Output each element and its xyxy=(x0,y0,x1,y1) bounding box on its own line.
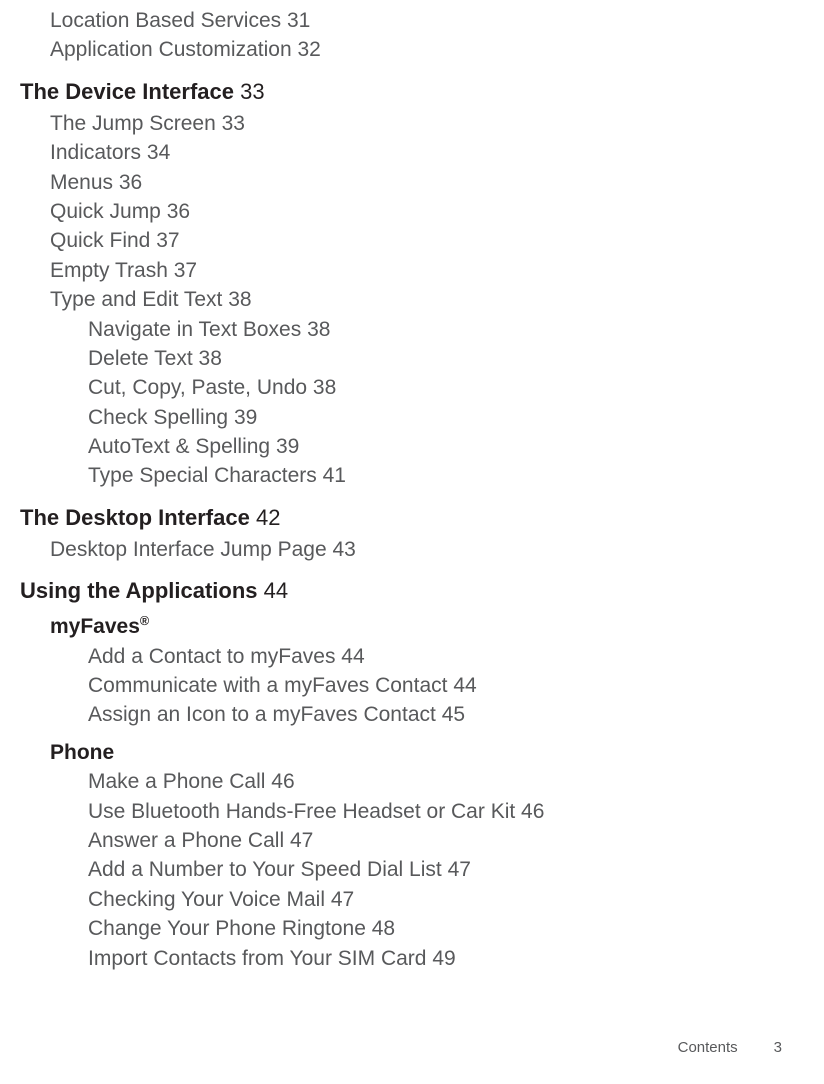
toc-label: Checking Your Voice Mail xyxy=(88,888,325,911)
toc-page: 44 xyxy=(341,645,364,668)
toc-page: 48 xyxy=(372,917,395,940)
table-of-contents: Location Based Services 31 Application C… xyxy=(0,6,824,973)
toc-entry: Quick Jump 36 xyxy=(20,197,824,226)
toc-label: Add a Number to Your Speed Dial List xyxy=(88,858,442,881)
toc-subentry: Make a Phone Call 46 xyxy=(20,767,824,796)
toc-label: Use Bluetooth Hands-Free Headset or Car … xyxy=(88,800,515,823)
footer-page-number: 3 xyxy=(774,1039,782,1056)
toc-subentry: Delete Text 38 xyxy=(20,344,824,373)
toc-subentry: AutoText & Spelling 39 xyxy=(20,432,824,461)
toc-page: 37 xyxy=(174,259,197,282)
toc-subentry: Type Special Characters 41 xyxy=(20,461,824,490)
toc-page: 31 xyxy=(287,9,310,32)
toc-subentry: Cut, Copy, Paste, Undo 38 xyxy=(20,373,824,402)
subsection-title: Phone xyxy=(50,741,114,764)
trademark-icon: ® xyxy=(140,614,149,628)
toc-label: Quick Jump xyxy=(50,200,161,223)
toc-label: Location Based Services xyxy=(50,9,281,32)
subsection-heading: myFaves® xyxy=(20,612,824,641)
toc-page: 37 xyxy=(156,229,179,252)
toc-entry: Type and Edit Text 38 xyxy=(20,285,824,314)
toc-label: Application Customization xyxy=(50,38,292,61)
toc-page: 38 xyxy=(313,376,336,399)
toc-page: 36 xyxy=(119,171,142,194)
toc-page: 47 xyxy=(290,829,313,852)
toc-page: 46 xyxy=(271,770,294,793)
toc-page: 34 xyxy=(147,141,170,164)
toc-label: Change Your Phone Ringtone xyxy=(88,917,366,940)
toc-subentry: Checking Your Voice Mail 47 xyxy=(20,885,824,914)
toc-page: 45 xyxy=(442,703,465,726)
toc-page: 38 xyxy=(199,347,222,370)
heading-label: The Desktop Interface xyxy=(20,505,250,530)
toc-page: 49 xyxy=(432,947,455,970)
toc-page: 39 xyxy=(234,406,257,429)
toc-entry: The Jump Screen 33 xyxy=(20,109,824,138)
toc-entry: Menus 36 xyxy=(20,168,824,197)
toc-subentry: Communicate with a myFaves Contact 44 xyxy=(20,671,824,700)
heading-label: Using the Applications xyxy=(20,578,258,603)
toc-label: Communicate with a myFaves Contact xyxy=(88,674,447,697)
toc-entry: Application Customization 32 xyxy=(20,35,824,64)
toc-page: 36 xyxy=(167,200,190,223)
toc-label: Delete Text xyxy=(88,347,193,370)
toc-subentry: Use Bluetooth Hands-Free Headset or Car … xyxy=(20,797,824,826)
subsection-heading: Phone xyxy=(20,738,824,767)
toc-label: Answer a Phone Call xyxy=(88,829,284,852)
toc-subentry: Import Contacts from Your SIM Card 49 xyxy=(20,944,824,973)
toc-label: Import Contacts from Your SIM Card xyxy=(88,947,426,970)
toc-label: Add a Contact to myFaves xyxy=(88,645,335,668)
toc-label: Quick Find xyxy=(50,229,150,252)
toc-subentry: Add a Contact to myFaves 44 xyxy=(20,642,824,671)
toc-subentry: Navigate in Text Boxes 38 xyxy=(20,315,824,344)
toc-label: Menus xyxy=(50,171,113,194)
toc-page: 39 xyxy=(276,435,299,458)
toc-label: Navigate in Text Boxes xyxy=(88,318,301,341)
toc-label: Type and Edit Text xyxy=(50,288,222,311)
toc-subentry: Change Your Phone Ringtone 48 xyxy=(20,914,824,943)
toc-page: 38 xyxy=(307,318,330,341)
toc-page: 44 xyxy=(453,674,476,697)
section-heading: The Desktop Interface 42 xyxy=(20,505,824,531)
page-footer: Contents 3 xyxy=(678,1039,782,1056)
toc-page: 46 xyxy=(521,800,544,823)
toc-label: Type Special Characters xyxy=(88,464,317,487)
section-heading: Using the Applications 44 xyxy=(20,578,824,604)
toc-label: Check Spelling xyxy=(88,406,228,429)
toc-page: 47 xyxy=(448,858,471,881)
heading-page: 42 xyxy=(256,505,280,530)
toc-entry: Desktop Interface Jump Page 43 xyxy=(20,535,824,564)
toc-entry: Quick Find 37 xyxy=(20,226,824,255)
toc-label: Indicators xyxy=(50,141,141,164)
toc-label: Empty Trash xyxy=(50,259,168,282)
toc-label: Assign an Icon to a myFaves Contact xyxy=(88,703,436,726)
section-heading: The Device Interface 33 xyxy=(20,79,824,105)
toc-label: Make a Phone Call xyxy=(88,770,265,793)
toc-entry: Location Based Services 31 xyxy=(20,6,824,35)
toc-page: 32 xyxy=(297,38,320,61)
toc-page: 33 xyxy=(222,112,245,135)
toc-label: AutoText & Spelling xyxy=(88,435,270,458)
toc-subentry: Add a Number to Your Speed Dial List 47 xyxy=(20,855,824,884)
toc-page: 38 xyxy=(228,288,251,311)
toc-page: 43 xyxy=(333,538,356,561)
toc-label: Desktop Interface Jump Page xyxy=(50,538,327,561)
heading-label: The Device Interface xyxy=(20,79,234,104)
toc-label: The Jump Screen xyxy=(50,112,216,135)
footer-label: Contents xyxy=(678,1039,738,1056)
toc-subentry: Assign an Icon to a myFaves Contact 45 xyxy=(20,700,824,729)
toc-label: Cut, Copy, Paste, Undo xyxy=(88,376,307,399)
toc-subentry: Answer a Phone Call 47 xyxy=(20,826,824,855)
toc-page: 47 xyxy=(331,888,354,911)
toc-subentry: Check Spelling 39 xyxy=(20,403,824,432)
subsection-title: myFaves xyxy=(50,615,140,638)
toc-entry: Indicators 34 xyxy=(20,138,824,167)
toc-entry: Empty Trash 37 xyxy=(20,256,824,285)
heading-page: 33 xyxy=(240,79,264,104)
heading-page: 44 xyxy=(264,578,288,603)
toc-page: 41 xyxy=(323,464,346,487)
